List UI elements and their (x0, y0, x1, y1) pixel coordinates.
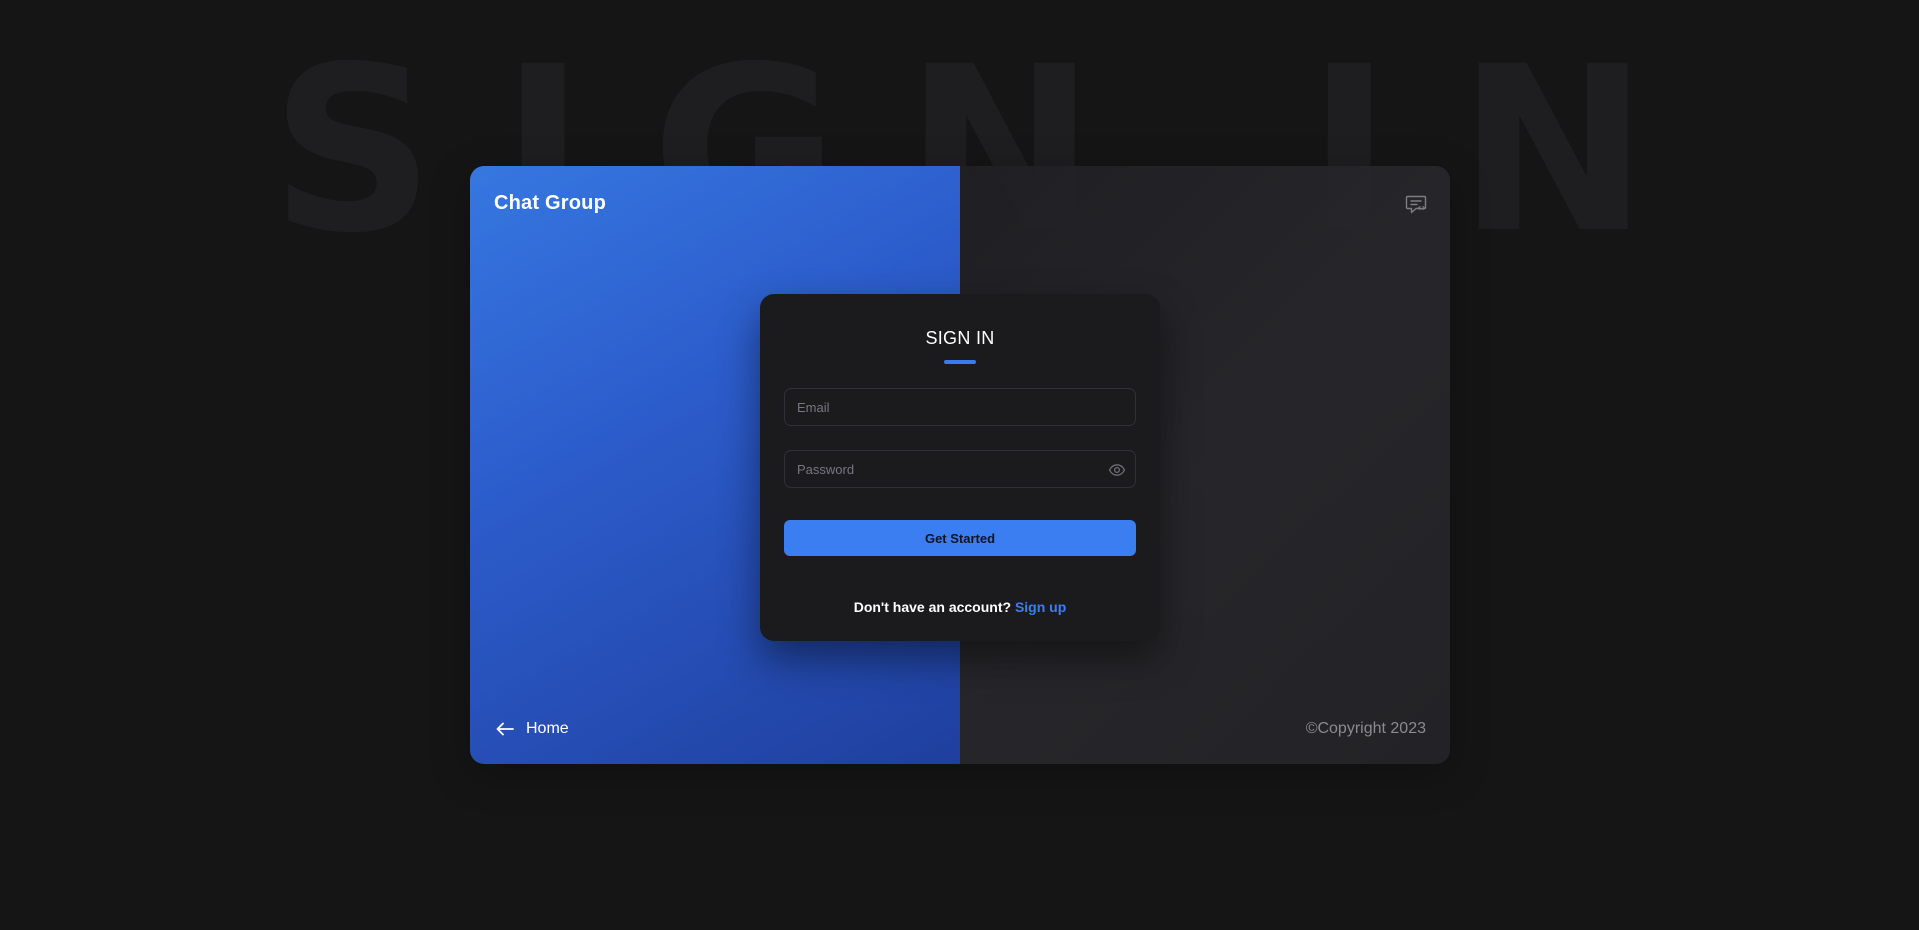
eye-icon[interactable] (1108, 461, 1126, 479)
signup-prompt-text: Don't have an account? (853, 599, 1012, 615)
email-input[interactable] (785, 389, 1135, 425)
signup-link[interactable]: Sign up (1015, 599, 1066, 615)
signin-title: SIGN IN (925, 328, 995, 348)
arrow-left-icon (496, 722, 514, 736)
home-link-label: Home (526, 720, 569, 737)
get-started-button[interactable]: Get Started (784, 520, 1136, 556)
page: SIGN IN Chat Group Home ©Copyright 2023 … (0, 0, 1919, 930)
title-underline (944, 360, 976, 364)
copyright-text: ©Copyright 2023 (1305, 720, 1426, 737)
signin-card: SIGN IN Get Started Don't have an accoun… (760, 294, 1160, 641)
email-field (784, 388, 1136, 426)
signup-prompt-line: Don't have an account? Sign up (760, 599, 1160, 615)
password-input[interactable] (785, 451, 1135, 487)
chat-bubble-icon[interactable] (1404, 192, 1428, 216)
brand-title: Chat Group (494, 192, 606, 214)
password-field (784, 450, 1136, 488)
home-link[interactable]: Home (496, 720, 569, 738)
